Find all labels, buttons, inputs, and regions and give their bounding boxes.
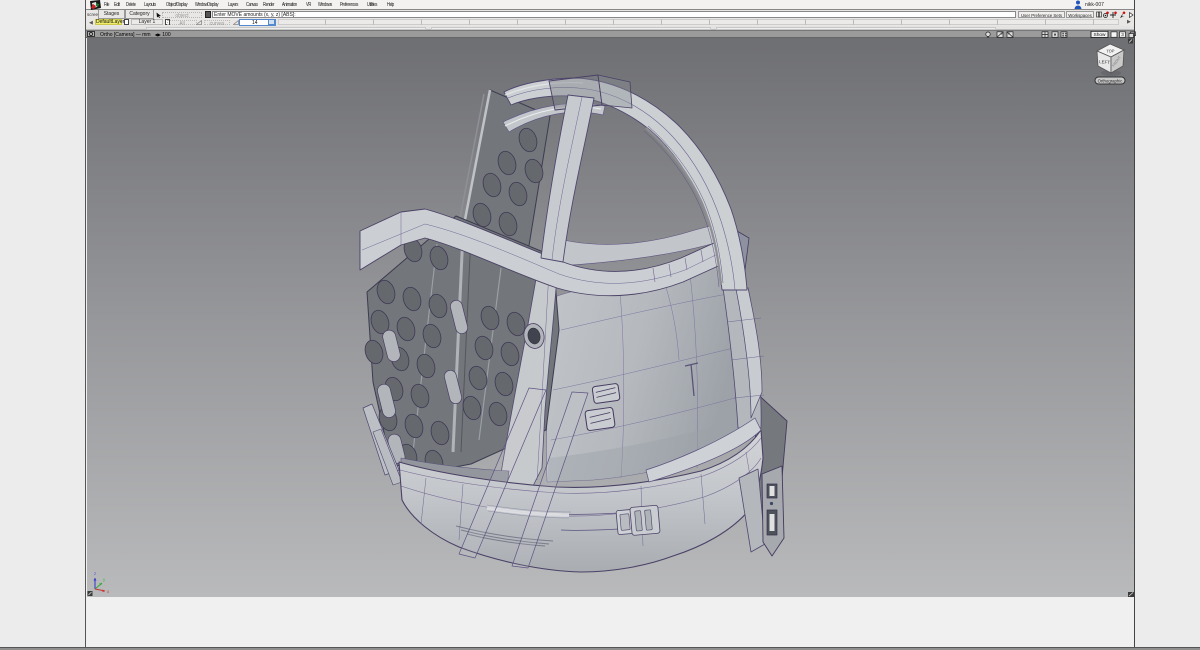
svg-text:TOP: TOP	[1106, 48, 1115, 53]
svg-text:Orthographic: Orthographic	[1098, 78, 1124, 83]
svg-text:LEFT: LEFT	[1099, 59, 1111, 65]
svg-text:3: 3	[1121, 32, 1124, 37]
